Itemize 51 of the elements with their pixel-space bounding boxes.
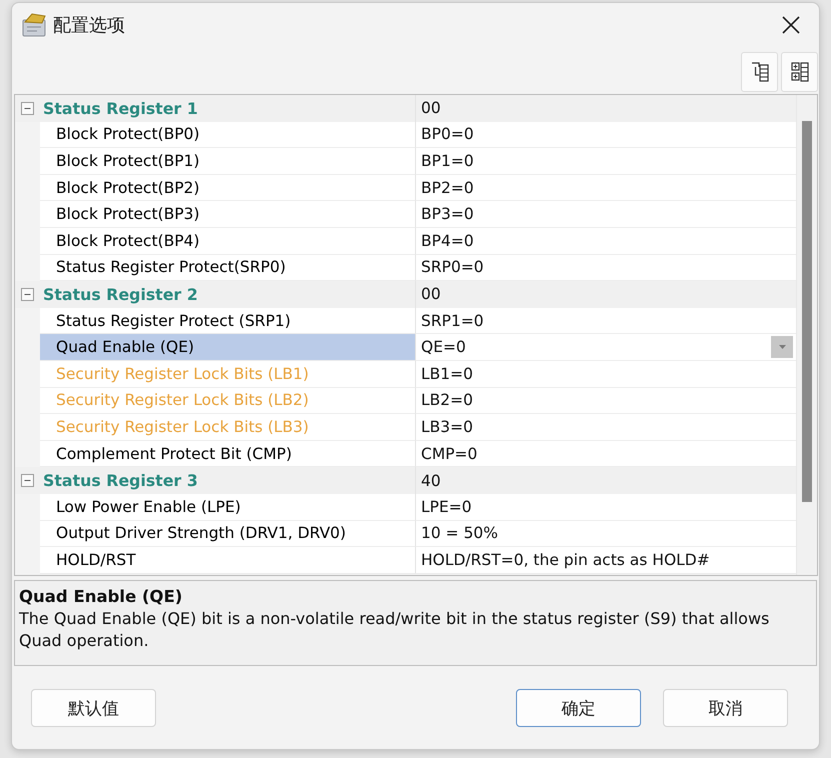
property-value: LB1=0 (420, 364, 473, 383)
property-value: CMP=0 (420, 444, 478, 463)
property-value: 10 = 50% (420, 524, 498, 542)
property-value: HOLD/RST=0, the pin acts as HOLD# (420, 550, 710, 569)
table-view-button[interactable] (781, 52, 818, 92)
property-name[interactable]: HOLD/RST (40, 547, 415, 574)
tree-list-icon (750, 62, 768, 82)
collapse-icon[interactable] (21, 102, 34, 115)
property-value: LPE=0 (420, 498, 472, 516)
category-label: Status Register 2 (42, 284, 199, 306)
property-name[interactable]: Block Protect(BP0) (40, 122, 415, 148)
property-value: BP2=0 (420, 178, 474, 197)
grid-list-icon (790, 62, 808, 82)
property-name[interactable]: Quad Enable (QE) (40, 334, 415, 361)
category-value: 40 (421, 472, 441, 490)
window-title: 配置选项 (53, 14, 125, 36)
scrollbar-thumb[interactable] (802, 121, 812, 502)
collapse-icon[interactable] (21, 474, 34, 488)
category-label: Status Register 1 (42, 98, 199, 120)
dropdown-button[interactable] (771, 336, 793, 358)
description-title: Quad Enable (QE) (19, 586, 184, 608)
property-name[interactable]: Block Protect(BP3) (40, 201, 415, 228)
close-icon (782, 16, 800, 34)
category-label: Status Register 3 (42, 470, 199, 492)
property-name[interactable]: Block Protect(BP2) (40, 174, 415, 202)
property-name[interactable]: Complement Protect Bit (CMP) (40, 440, 415, 468)
caret-icon (778, 345, 786, 350)
property-value: LB2=0 (420, 391, 473, 410)
description-text: The Quad Enable (QE) bit is a non-volatile read/write bit in the status register (S9) that allows Quad operation. (19, 608, 770, 652)
default-values-button[interactable]: 默认值 (31, 689, 156, 727)
tree-view-button[interactable] (741, 52, 778, 92)
property-value: SRP1=0 (420, 312, 484, 330)
property-name[interactable]: Block Protect(BP1) (40, 148, 415, 175)
scrollbar-track[interactable] (796, 95, 817, 575)
property-name[interactable]: Block Protect(BP4) (40, 228, 415, 255)
property-value: BP3=0 (420, 205, 474, 224)
property-value: SRP0=0 (420, 258, 484, 276)
property-value: BP4=0 (420, 232, 474, 250)
document-icon (22, 12, 46, 36)
property-name[interactable]: Output Driver Strength (DRV1, DRV0) (40, 520, 415, 548)
cancel-button[interactable]: 取消 (663, 689, 788, 727)
ok-button[interactable]: 确定 (516, 689, 641, 727)
property-name[interactable]: Status Register Protect (SRP1) (40, 308, 415, 334)
category-value: 00 (421, 285, 441, 304)
property-name[interactable]: Status Register Protect(SRP0) (40, 254, 415, 282)
property-value: LB3=0 (420, 418, 473, 436)
property-value: BP0=0 (420, 125, 474, 144)
property-value: BP1=0 (420, 152, 474, 170)
category-value: 00 (421, 99, 441, 118)
collapse-icon[interactable] (21, 288, 34, 301)
property-name[interactable]: Low Power Enable (LPE) (40, 494, 415, 520)
